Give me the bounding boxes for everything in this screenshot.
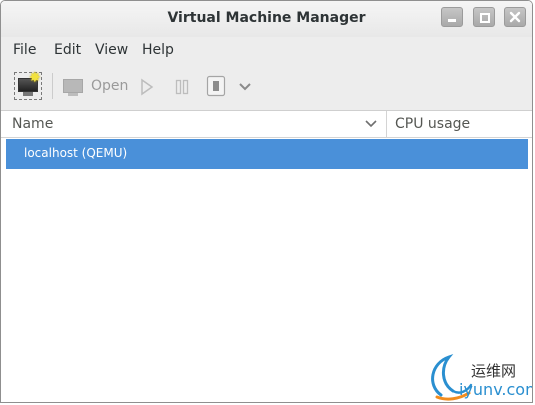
connection-label: localhost (QEMU) [24,146,128,160]
minimize-button[interactable] [441,7,463,27]
menu-bar: File Edit View Help [1,37,532,63]
toolbar-separator [52,73,53,99]
new-vm-button[interactable]: ✸ [14,70,42,100]
watermark-en-text: iyunv.com [459,380,533,399]
pause-icon [175,79,189,95]
menu-edit[interactable]: Edit [54,42,81,58]
open-button-label: Open [91,78,129,94]
monitor-stand-icon [68,93,78,96]
list-header: Name CPU usage [1,111,532,138]
list-item-connection[interactable]: localhost (QEMU) [6,139,528,169]
play-icon [141,78,154,96]
shutdown-menu-button[interactable] [238,81,252,93]
monitor-stand-icon [23,92,33,96]
toolbar: ✸ Open [1,63,532,111]
shutdown-icon [206,75,226,97]
app-window: Virtual Machine Manager File Edit View H… [0,0,533,403]
watermark-logo: 运维网 iyunv.com [429,351,533,402]
chevron-down-icon [239,83,251,91]
menu-help[interactable]: Help [142,42,174,58]
column-divider[interactable] [386,111,387,138]
close-button[interactable] [504,7,526,27]
pause-button[interactable] [174,78,190,96]
menu-view[interactable]: View [95,42,128,58]
maximize-icon [474,8,494,26]
menu-file[interactable]: File [13,42,36,58]
column-header-name[interactable]: Name [12,116,53,132]
column-header-cpu-usage[interactable]: CPU usage [395,116,470,132]
star-icon: ✸ [29,70,41,86]
sort-chevron-down-icon[interactable] [365,119,377,129]
watermark-cn-text: 运维网 [471,362,517,380]
maximize-button[interactable] [473,7,495,27]
title-bar[interactable]: Virtual Machine Manager [1,1,532,37]
minimize-icon [442,8,462,26]
monitor-icon [63,79,83,93]
shutdown-button[interactable] [206,74,226,98]
open-button[interactable]: Open [63,76,133,98]
run-button[interactable] [139,78,155,96]
close-icon [509,11,521,23]
